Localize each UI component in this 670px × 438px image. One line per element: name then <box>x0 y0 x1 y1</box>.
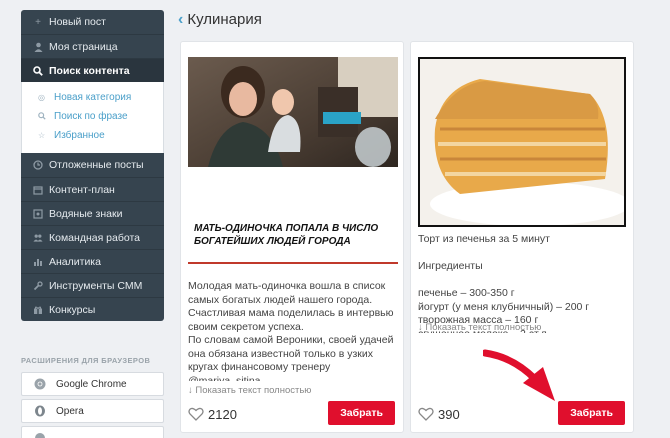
post-text-line: самых богатых людей нашего города. <box>188 293 373 306</box>
sidebar-item-contests[interactable]: Конкурсы <box>21 297 164 321</box>
post-text-line: кругах финансовому тренеру <box>188 361 331 373</box>
post-text-line: печенье – 300-350 г <box>418 287 515 299</box>
post-text: Молодая мать-одиночка вошла в список сам… <box>188 280 400 381</box>
sidebar-item-scheduled-posts[interactable]: Отложенные посты <box>21 153 164 177</box>
sidebar-item-label: Командная работа <box>49 231 141 244</box>
heart-icon <box>188 407 204 421</box>
team-icon <box>33 233 43 243</box>
sidebar-item-label: Водяные знаки <box>49 207 123 220</box>
post-text-line: своим секретом успеха. <box>188 320 304 333</box>
extension-label: Opera <box>56 405 84 417</box>
take-post-button[interactable]: Забрать <box>328 401 395 425</box>
calendar-icon <box>33 185 43 195</box>
heart-icon <box>418 407 434 421</box>
chrome-icon <box>34 378 46 390</box>
post-text: Торт из печенья за 5 минут Ингредиенты п… <box>418 233 630 333</box>
chart-icon <box>33 257 43 267</box>
sidebar-item-new-post[interactable]: + Новый пост <box>21 10 164 34</box>
sidebar-bottom-menu: Отложенные посты Контент-план Водяные зн… <box>21 153 164 321</box>
sidebar-subitem-favorites[interactable]: ☆ Избранное <box>22 126 163 145</box>
sidebar-item-label: Поиск контента <box>49 64 130 77</box>
opera-icon <box>34 405 46 417</box>
post-text-line: она обязана известной только в узких <box>188 347 374 360</box>
post-text-line <box>418 274 630 288</box>
post-text-line: йогурт (у меня клубничный) – 200 г <box>418 300 590 313</box>
chrome-extension-button[interactable]: Google Chrome <box>21 372 164 396</box>
sidebar: + Новый пост Моя страница Поиск контента… <box>21 10 164 321</box>
post-card: МАТЬ-ОДИНОЧКА ПОПАЛА В ЧИСЛО БОГАТЕЙШИХ … <box>180 41 404 433</box>
sidebar-item-label: Инструменты СММ <box>49 279 143 292</box>
like-count: 2120 <box>208 406 237 422</box>
wrench-icon <box>33 280 43 291</box>
sidebar-item-team-work[interactable]: Командная работа <box>21 225 164 249</box>
like-count: 390 <box>438 406 460 422</box>
sidebar-item-content-plan[interactable]: Контент-план <box>21 177 164 201</box>
plus-icon: + <box>35 16 41 28</box>
show-full-text-link[interactable]: ↓ Показать текст полностью <box>188 385 311 396</box>
post-text-line: По словам самой Вероники, своей удачей <box>188 334 394 346</box>
sidebar-subitem-phrase-search[interactable]: Поиск по фразе <box>22 107 163 126</box>
page-title: Кулинария <box>187 11 262 28</box>
gift-icon <box>33 305 43 315</box>
post-text-line: Счастливая мама поделилась в интервью <box>188 307 394 319</box>
back-link[interactable]: ‹ Кулинария <box>178 11 262 28</box>
sidebar-item-label: Отложенные посты <box>49 159 144 171</box>
droplet-icon <box>33 208 43 219</box>
clock-icon <box>33 160 43 170</box>
post-headline: МАТЬ-ОДИНОЧКА ПОПАЛА В ЧИСЛО БОГАТЕЙШИХ … <box>194 223 379 247</box>
star-icon: ☆ <box>38 131 46 140</box>
sidebar-item-label: Новый пост <box>49 16 106 28</box>
post-text-line: @mariya_sitina <box>188 374 261 381</box>
opera-extension-button[interactable]: Opera <box>21 399 164 423</box>
post-text-line: Торт из печенья за 5 минут <box>418 233 550 245</box>
show-full-text-link[interactable]: ↓ Показать текст полностью <box>418 322 541 333</box>
sidebar-subitem-label: Поиск по фразе <box>54 111 128 122</box>
sidebar-item-my-page[interactable]: Моя страница <box>21 34 164 58</box>
sidebar-item-smm-tools[interactable]: Инструменты СММ <box>21 273 164 297</box>
post-image <box>188 57 398 167</box>
post-text-line <box>418 247 630 261</box>
like-counter[interactable]: 390 <box>418 406 460 422</box>
sidebar-item-label: Моя страница <box>49 40 118 53</box>
circle-icon: ◎ <box>38 93 45 102</box>
sidebar-item-label: Аналитика <box>49 255 101 268</box>
sidebar-item-content-search[interactable]: Поиск контента <box>21 58 164 82</box>
extension-label: Google Chrome <box>56 378 127 390</box>
like-counter[interactable]: 2120 <box>188 406 237 422</box>
sidebar-item-label: Конкурсы <box>49 303 96 316</box>
user-icon <box>33 42 43 52</box>
post-text-line: Ингредиенты <box>418 260 483 272</box>
sidebar-subitem-label: Избранное <box>54 130 105 141</box>
chevron-left-icon: ‹ <box>178 10 184 28</box>
extension-button-partial[interactable] <box>21 426 164 438</box>
sidebar-submenu: ◎ Новая категория Поиск по фразе ☆ Избра… <box>21 82 164 153</box>
post-headline-banner: МАТЬ-ОДИНОЧКА ПОПАЛА В ЧИСЛО БОГАТЕЙШИХ … <box>188 167 398 264</box>
search-icon <box>38 111 48 122</box>
post-image <box>418 57 626 227</box>
extension-icon <box>34 432 46 438</box>
post-text-line: Молодая мать-одиночка вошла в список <box>188 280 386 292</box>
sidebar-subitem-label: Новая категория <box>54 92 132 103</box>
sidebar-item-watermarks[interactable]: Водяные знаки <box>21 201 164 225</box>
sidebar-top-menu: + Новый пост Моя страница Поиск контента <box>21 10 164 82</box>
sidebar-subitem-new-category[interactable]: ◎ Новая категория <box>22 88 163 107</box>
post-card: Торт из печенья за 5 минут Ингредиенты п… <box>410 41 634 433</box>
sidebar-item-analytics[interactable]: Аналитика <box>21 249 164 273</box>
take-post-button[interactable]: Забрать <box>558 401 625 425</box>
search-icon <box>33 65 43 76</box>
extensions-title: РАСШИРЕНИЯ ДЛЯ БРАУЗЕРОВ <box>21 356 151 365</box>
sidebar-item-label: Контент-план <box>49 183 115 196</box>
